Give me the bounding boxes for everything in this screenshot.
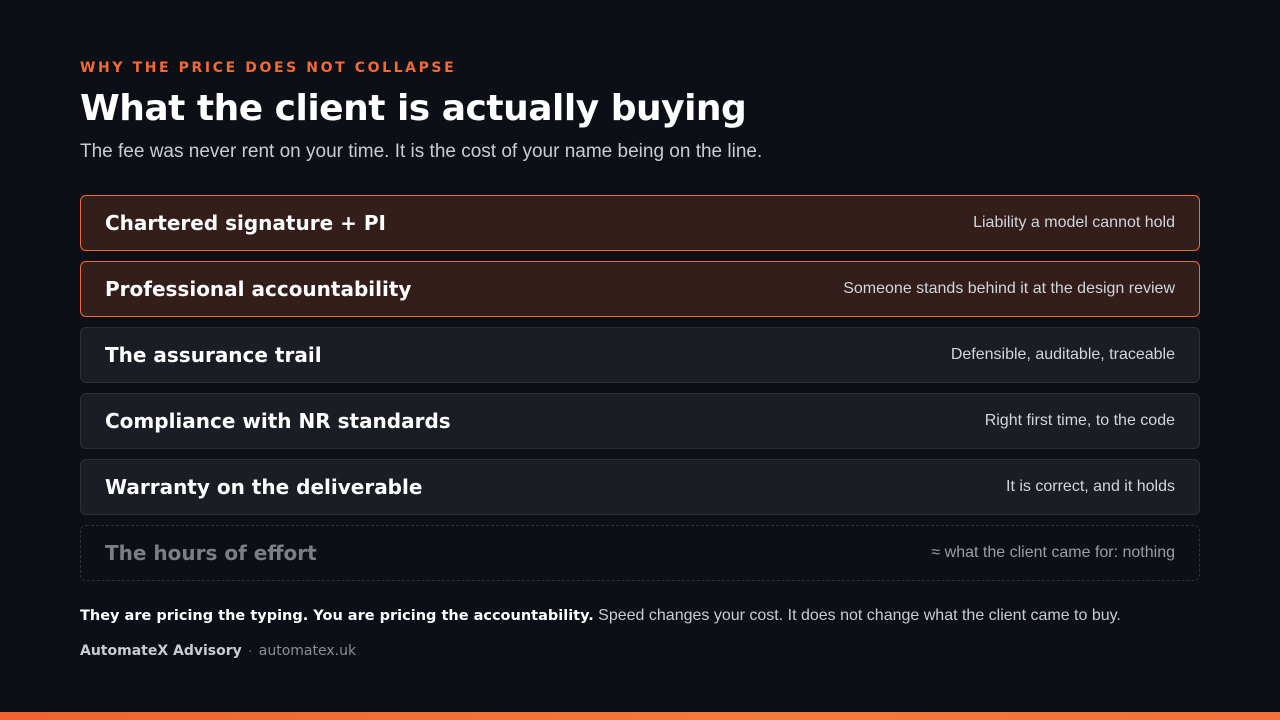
row-label: The assurance trail <box>105 343 322 367</box>
row-label: Compliance with NR standards <box>105 409 451 433</box>
row-label: Professional accountability <box>105 277 412 301</box>
row-label: Warranty on the deliverable <box>105 475 423 499</box>
summary-bold: They are pricing the typing. You are pri… <box>80 608 594 624</box>
summary-rest: Speed changes your cost. It does not cha… <box>593 607 1121 624</box>
value-row-professional-accountability: Professional accountability Someone stan… <box>80 261 1200 317</box>
value-row-assurance-trail: The assurance trail Defensible, auditabl… <box>80 327 1200 383</box>
row-note: Someone stands behind it at the design r… <box>843 280 1175 297</box>
row-note: Defensible, auditable, traceable <box>950 346 1175 363</box>
slide: WHY THE PRICE DOES NOT COLLAPSE What the… <box>80 0 1200 720</box>
footer: AutomateX Advisory · automatex.uk <box>80 641 356 659</box>
row-note: Liability a model cannot hold <box>973 214 1175 231</box>
page-subtitle: The fee was never rent on your time. It … <box>80 141 763 162</box>
row-label: Chartered signature + PI <box>105 211 386 235</box>
value-row-compliance: Compliance with NR standards Right first… <box>80 393 1200 449</box>
value-list: Chartered signature + PI Liability a mod… <box>80 195 1200 591</box>
row-label: The hours of effort <box>105 541 317 565</box>
value-row-chartered-signature: Chartered signature + PI Liability a mod… <box>80 195 1200 251</box>
brand-name: AutomateX Advisory <box>80 643 242 659</box>
page-title: What the client is actually buying <box>80 88 747 129</box>
row-note: Right first time, to the code <box>984 412 1175 429</box>
website-link[interactable]: automatex.uk <box>259 643 356 659</box>
row-note: ≈ what the client came for: nothing <box>931 544 1175 561</box>
eyebrow-label: WHY THE PRICE DOES NOT COLLAPSE <box>80 60 457 76</box>
value-row-hours-of-effort: The hours of effort ≈ what the client ca… <box>80 525 1200 581</box>
accent-bar <box>0 712 1280 720</box>
row-note: It is correct, and it holds <box>1006 478 1175 495</box>
value-row-warranty: Warranty on the deliverable It is correc… <box>80 459 1200 515</box>
footer-separator: · <box>247 642 253 659</box>
summary-text: They are pricing the typing. You are pri… <box>80 607 1200 625</box>
